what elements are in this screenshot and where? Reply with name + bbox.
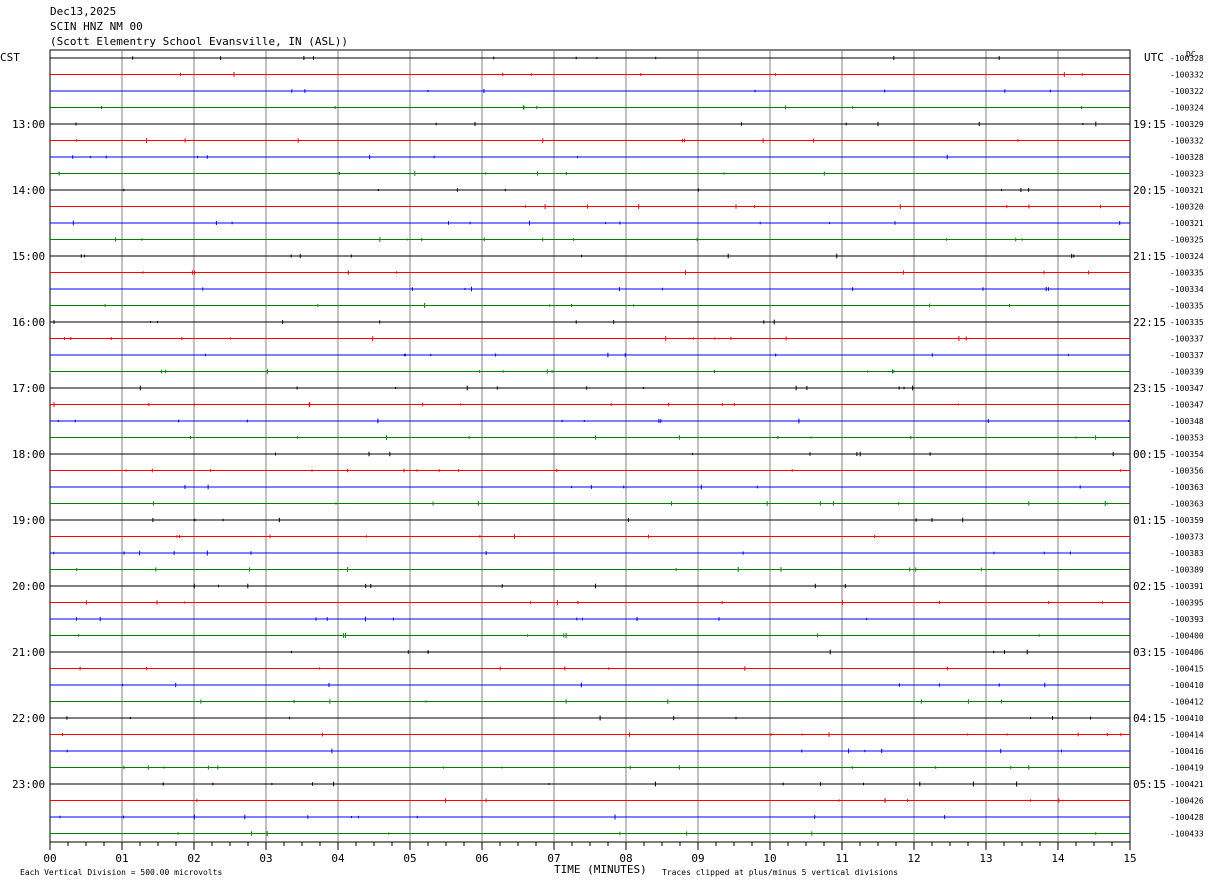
dc-offset-label: -100389: [1170, 566, 1204, 575]
dc-offset-label: -100334: [1170, 285, 1204, 294]
x-tick-label: 00: [43, 852, 56, 865]
helicorder-plot: Dec13,2025 SCIN HNZ NM 00 (Scott Element…: [0, 5, 1204, 877]
dc-offset-label: -100354: [1170, 450, 1204, 459]
dc-offset-label: -100335: [1170, 302, 1204, 311]
cst-hour-label: 14:00: [12, 184, 45, 197]
dc-offset-label: -100412: [1170, 698, 1204, 707]
dc-offset-label: -100337: [1170, 351, 1204, 360]
x-tick-label: 01: [115, 852, 128, 865]
x-tick-label: 09: [691, 852, 704, 865]
dc-offset-label: -100335: [1170, 269, 1204, 278]
dc-offset-label: -100320: [1170, 203, 1204, 212]
dc-offset-label: -100383: [1170, 549, 1204, 558]
cst-hour-label: 13:00: [12, 118, 45, 131]
dc-offset-label: -100391: [1170, 582, 1204, 591]
dc-offset-label: -100416: [1170, 747, 1204, 756]
dc-offset-label: -100363: [1170, 483, 1204, 492]
dc-offset-label: -100395: [1170, 599, 1204, 608]
dc-offset-label: -100323: [1170, 170, 1204, 179]
x-tick-label: 02: [187, 852, 200, 865]
dc-offset-label: -100324: [1170, 252, 1204, 261]
dc-offset-label: -100337: [1170, 335, 1204, 344]
utc-hour-label: 03:15: [1133, 646, 1166, 659]
utc-hour-label: 21:15: [1133, 250, 1166, 263]
dc-offset-label: -100332: [1170, 71, 1204, 80]
dc-offset-label: -100428: [1170, 813, 1204, 822]
dc-offset-label: -100393: [1170, 615, 1204, 624]
dc-offset-label: -100421: [1170, 780, 1204, 789]
dc-offset-label: -100356: [1170, 467, 1204, 476]
cst-hour-label: 16:00: [12, 316, 45, 329]
cst-hour-label: 19:00: [12, 514, 45, 527]
dc-offset-label: -100373: [1170, 533, 1204, 542]
dc-offset-label: -100328: [1170, 54, 1204, 63]
footer-clip-note: Traces clipped at plus/minus 5 vertical …: [662, 868, 898, 877]
header-station: SCIN HNZ NM 00: [50, 20, 143, 33]
cst-hour-label: 15:00: [12, 250, 45, 263]
cst-hour-label: 23:00: [12, 778, 45, 791]
footer-scale-note: Each Vertical Division = 500.00 microvol…: [20, 868, 222, 877]
dc-offset-label: -100363: [1170, 500, 1204, 509]
utc-hour-label: 01:15: [1133, 514, 1166, 527]
dc-offset-label: -100335: [1170, 318, 1204, 327]
x-tick-label: 10: [763, 852, 776, 865]
dc-offset-label: -100347: [1170, 401, 1204, 410]
x-tick-label: 15: [1123, 852, 1136, 865]
cst-hour-label: 17:00: [12, 382, 45, 395]
dc-offset-label: -100325: [1170, 236, 1204, 245]
dc-offset-label: -100322: [1170, 87, 1204, 96]
dc-offset-label: -100433: [1170, 830, 1204, 839]
dc-offset-label: -100348: [1170, 417, 1204, 426]
utc-hour-label: 04:15: [1133, 712, 1166, 725]
dc-offset-labels: -100328 -100332 -100322 -100324 -100329 -1003…: [1170, 54, 1204, 839]
utc-hour-label: 23:15: [1133, 382, 1166, 395]
dc-offset-label: -100339: [1170, 368, 1204, 377]
x-axis-title: TIME (MINUTES): [554, 863, 647, 876]
utc-hour-label: 02:15: [1133, 580, 1166, 593]
dc-offset-label: -100426: [1170, 797, 1204, 806]
dc-offset-label: -100321: [1170, 186, 1204, 195]
dc-offset-label: -100419: [1170, 764, 1204, 773]
utc-hour-label: 05:15: [1133, 778, 1166, 791]
header-date: Dec13,2025: [50, 5, 116, 18]
dc-offset-label: -100321: [1170, 219, 1204, 228]
dc-offset-label: -100347: [1170, 384, 1204, 393]
x-tick-label: 05: [403, 852, 416, 865]
cst-hour-label: 22:00: [12, 712, 45, 725]
right-timezone-label: UTC: [1144, 51, 1164, 64]
x-tick-label: 03: [259, 852, 272, 865]
dc-offset-label: -100332: [1170, 137, 1204, 146]
x-axis: 00 01 02 03 04 05 06 07 08 09 10 11 12 13 14 15: [43, 842, 1137, 865]
dc-offset-label: -100410: [1170, 714, 1204, 723]
dc-offset-label: -100410: [1170, 681, 1204, 690]
left-timezone-label: CST: [0, 51, 20, 64]
x-tick-label: 11: [835, 852, 848, 865]
utc-hour-label: 00:15: [1133, 448, 1166, 461]
cst-hour-label: 20:00: [12, 580, 45, 593]
dc-offset-label: -100400: [1170, 632, 1204, 641]
dc-offset-label: -100324: [1170, 104, 1204, 113]
cst-hour-label: 18:00: [12, 448, 45, 461]
dc-offset-label: -100359: [1170, 516, 1204, 525]
utc-hour-label: 22:15: [1133, 316, 1166, 329]
x-tick-label: 04: [331, 852, 345, 865]
plot-frame: [49, 49, 1131, 843]
x-tick-label: 13: [979, 852, 992, 865]
trace-group: [49, 56, 1130, 836]
dc-offset-label: -100406: [1170, 648, 1204, 657]
x-tick-label: 12: [907, 852, 920, 865]
header-location: (Scott Elementry School Evansville, IN (…: [50, 35, 348, 48]
x-tick-label: 14: [1051, 852, 1065, 865]
cst-hour-label: 21:00: [12, 646, 45, 659]
utc-hour-label: 19:15: [1133, 118, 1166, 131]
time-grid: [49, 49, 1131, 843]
dc-offset-label: -100353: [1170, 434, 1204, 443]
dc-offset-label: -100329: [1170, 120, 1204, 129]
dc-offset-label: -100414: [1170, 731, 1204, 740]
dc-offset-label: -100328: [1170, 153, 1204, 162]
x-tick-label: 06: [475, 852, 488, 865]
utc-hour-label: 20:15: [1133, 184, 1166, 197]
dc-offset-label: -100415: [1170, 665, 1204, 674]
